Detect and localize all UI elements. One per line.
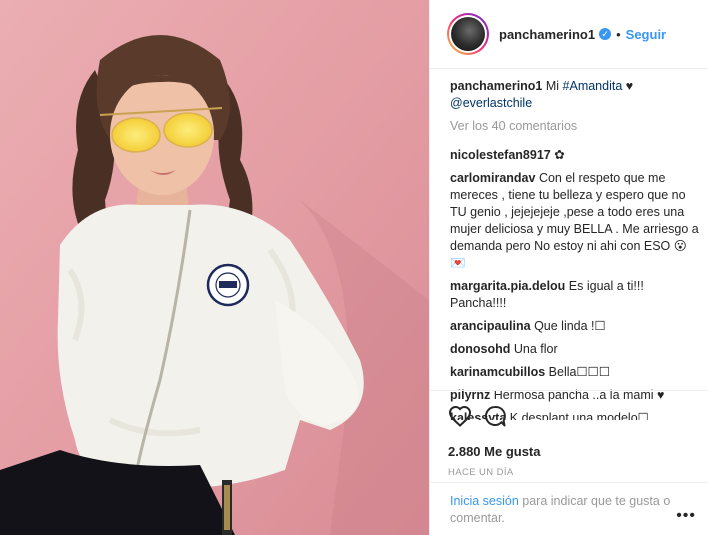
caption-username[interactable]: panchamerino1: [450, 79, 542, 93]
avatar-image: [451, 17, 485, 51]
comment-username[interactable]: nicolestefan8917: [450, 148, 551, 162]
comment-item: donosohd Una flor: [450, 341, 700, 358]
post-header: panchamerino1 ✓ • Seguir: [430, 0, 708, 69]
caption: panchamerino1 Mi #Amandita ♥ @everlastch…: [450, 78, 700, 112]
comment-text: Que linda !☐: [530, 319, 606, 333]
more-options-icon[interactable]: •••: [676, 507, 696, 524]
caption-text: Mi: [542, 79, 563, 93]
verified-icon: ✓: [599, 28, 612, 40]
comment-text: Con el respeto que me mereces , tiene tu…: [450, 171, 699, 270]
comment-item: margarita.pia.delou Es igual a ti!!! Pan…: [450, 278, 700, 312]
comment-item: karinamcubillos Bella☐☐☐: [450, 364, 700, 381]
view-all-comments-link[interactable]: Ver los 40 comentarios: [450, 118, 700, 135]
avatar[interactable]: [447, 13, 489, 55]
comment-text: ✿: [550, 148, 565, 162]
comment-username[interactable]: donosohd: [450, 342, 510, 356]
caption-hashtag[interactable]: #Amandita: [563, 79, 623, 93]
comments-list: panchamerino1 Mi #Amandita ♥ @everlastch…: [450, 78, 700, 426]
likes-count[interactable]: 2.880 Me gusta: [448, 444, 708, 459]
comment-username[interactable]: arancipaulina: [450, 319, 531, 333]
comment-item: carlomirandav Con el respeto que me mere…: [450, 170, 700, 272]
separator-dot: •: [616, 26, 621, 42]
post-timestamp: HACE UN DÍA: [448, 467, 514, 478]
post-photo[interactable]: [0, 0, 429, 535]
post-side-panel: panchamerino1 ✓ • Seguir panchamerino1 M…: [430, 0, 708, 535]
comment-icon[interactable]: [484, 405, 506, 432]
caption-mention[interactable]: @everlastchile: [450, 96, 532, 110]
header-username[interactable]: panchamerino1: [499, 27, 595, 42]
comment-item: arancipaulina Que linda !☐: [450, 318, 700, 335]
comment-text: Bella☐☐☐: [545, 365, 611, 379]
comment-username[interactable]: margarita.pia.delou: [450, 279, 565, 293]
login-footer: Inicia sesión para indicar que te gusta …: [430, 482, 708, 535]
comment-username[interactable]: karinamcubillos: [450, 365, 545, 379]
login-link[interactable]: Inicia sesión: [450, 494, 519, 508]
comment-item: nicolestefan8917 ✿: [450, 147, 700, 164]
comment-text: Una flor: [510, 342, 558, 356]
follow-button[interactable]: Seguir: [626, 27, 666, 42]
heart-icon[interactable]: [448, 405, 472, 432]
comment-username[interactable]: carlomirandav: [450, 171, 535, 185]
caption-heart: ♥: [622, 79, 634, 93]
photo-illustration: [0, 0, 429, 535]
